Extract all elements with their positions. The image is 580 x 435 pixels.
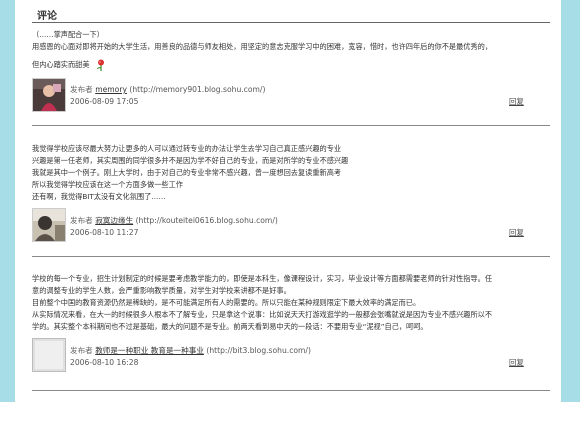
left-border-strip [0, 0, 15, 402]
comment-line: 意的调整专业的学生人数，会严重影响教学质量，对学生对学校来讲都不是好事。 [32, 286, 291, 295]
comment-line: 还有啊，我觉得BIT太没有文化氛围了…… [32, 192, 166, 201]
publisher-label: 发布者 [70, 216, 93, 225]
author-url: (http://kouteitei0616.blog.sohu.com/) [135, 216, 278, 225]
right-border-strip [561, 0, 580, 402]
publisher-label: 发布者 [70, 346, 93, 355]
comments-panel: 评论 （……掌声配合一下） 用感恩的心面对即将开始的大学生活，用善良的品德与师友… [15, 0, 561, 435]
avatar[interactable] [32, 78, 66, 112]
comment-divider [32, 256, 550, 257]
comment-meta: 发布者 寂寞边缘生 (http://kouteitei0616.blog.soh… [70, 215, 278, 227]
comment-line-text: 但内心踏实而甜美 [32, 60, 90, 69]
reply-link[interactable]: 回复 [509, 227, 524, 238]
comment-line: 兴趣是第一任老师，其实周围的同学很多并不是因为学不好自己的专业，而是对所学的专业… [32, 156, 349, 165]
comment-line: 学校的每一个专业，招生计划制定的时候是要考虑教学能力的，即使是本科生，像课程设计… [32, 274, 493, 283]
comment-body: 学校的每一个专业，招生计划制定的时候是要考虑教学能力的，即使是本科生，像课程设计… [32, 273, 550, 333]
comment-date: 2006-08-10 11:27 [70, 228, 139, 237]
rose-icon [96, 59, 104, 71]
default-avatar-icon [33, 339, 65, 371]
avatar[interactable] [32, 338, 66, 372]
author-link[interactable]: 教师是一种职业 教育是一种事业 [95, 346, 204, 355]
reply-link[interactable]: 回复 [509, 357, 524, 368]
comment-line: 所以我觉得学校应该在这一个方面多做一些工作 [32, 180, 183, 189]
author-link[interactable]: memory [95, 85, 127, 94]
title-divider [32, 22, 550, 23]
comment-line: 但内心踏实而甜美 [32, 59, 550, 71]
section-title: 评论 [37, 11, 57, 22]
comment-line: 我觉得学校应该尽最大努力让更多的人可以通过转专业的办法让学生去学习自己真正感兴趣… [32, 144, 342, 153]
comment-divider [32, 390, 550, 391]
comment-line: 我就是其中一个例子。刚上大学时，由于对自己的专业非常不感兴趣，曾一度想回去复读重… [32, 168, 342, 177]
author-url: (http://bit3.blog.sohu.com/) [206, 346, 311, 355]
publisher-label: 发布者 [70, 85, 93, 94]
comment-line: 从实际情况来看，在大一的时候很多人根本不了解专业，只是拿这个说事：比如说天天打游… [32, 310, 493, 319]
comment-line: （……掌声配合一下） [32, 30, 104, 39]
reply-link[interactable]: 回复 [509, 96, 524, 107]
comment-meta: 发布者 教师是一种职业 教育是一种事业 (http://bit3.blog.so… [70, 345, 311, 357]
avatar-image [33, 79, 65, 111]
author-url: (http://memory901.blog.sohu.com/) [129, 85, 266, 94]
avatar-image [33, 209, 65, 241]
author-link[interactable]: 寂寞边缘生 [95, 216, 133, 225]
comment-date: 2006-08-09 17:05 [70, 97, 139, 106]
comment-line: 学的。其实整个本科期间也不过是基础，最大的问题不是专业。前两天看到易中天的一段话… [32, 322, 428, 331]
comment-body: （……掌声配合一下） 用感恩的心面对即将开始的大学生活，用善良的品德与师友相处，… [32, 29, 550, 71]
comment-body: 我觉得学校应该尽最大努力让更多的人可以通过转专业的办法让学生去学习自己真正感兴趣… [32, 143, 550, 203]
comment-line: 目前整个中国的教育资源仍然是稀缺的，是不可能满足所有人的需要的。所以只能在某种规… [32, 298, 421, 307]
comment-divider [32, 125, 550, 126]
avatar[interactable] [32, 208, 66, 242]
comment-date: 2006-08-10 16:28 [70, 358, 139, 367]
comment-meta: 发布者 memory (http://memory901.blog.sohu.c… [70, 84, 265, 96]
comment-line: 用感恩的心面对即将开始的大学生活，用善良的品德与师友相处，用坚定的意志克服学习中… [32, 42, 493, 51]
